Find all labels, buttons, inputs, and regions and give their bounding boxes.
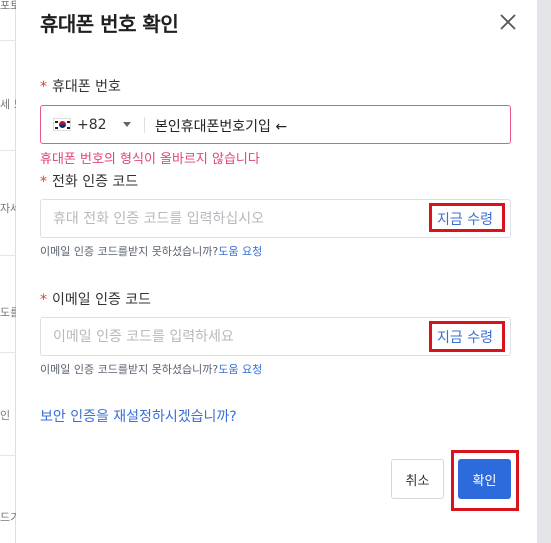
- background-text: 세 모: [0, 98, 16, 111]
- confirm-button[interactable]: 확인: [458, 459, 511, 499]
- country-code-select[interactable]: +82: [53, 106, 143, 143]
- email-code-hint-text: 이메일 인증 코드를받지 못하셨습니까?: [40, 363, 219, 376]
- background-text: 자세: [0, 202, 16, 215]
- background-divider: [0, 255, 16, 256]
- phone-code-hint: 이메일 인증 코드를받지 못하셨습니까?도움 요청: [40, 243, 262, 259]
- background-divider: [0, 40, 16, 41]
- caret-down-icon: [123, 122, 131, 127]
- background-divider: [0, 455, 16, 456]
- background-text: 포토: [0, 0, 16, 12]
- background-divider: [0, 352, 16, 353]
- phone-label: * 휴대폰 번호: [40, 76, 121, 96]
- input-divider: [144, 117, 145, 133]
- phone-label-text: 휴대폰 번호: [52, 79, 121, 95]
- required-mark: *: [40, 292, 47, 308]
- dial-code: +82: [77, 116, 107, 133]
- email-code-label-text: 이메일 인증 코드: [52, 292, 152, 308]
- email-code-help-link[interactable]: 도움 요청: [218, 363, 262, 376]
- phone-error-message: 휴대폰 번호의 형식이 올바르지 않습니다: [40, 152, 260, 167]
- reset-security-link[interactable]: 보안 인증을 재설정하시겠습니까?: [40, 406, 237, 426]
- get-email-code-button[interactable]: 지금 수령: [437, 327, 493, 347]
- phone-code-label-text: 전화 인증 코드: [52, 174, 139, 190]
- background-left-strip: 포토 세 모 자세 도를 넣 인 드기: [0, 0, 16, 543]
- email-code-label: * 이메일 인증 코드: [40, 289, 151, 309]
- background-text: 도를 넣: [0, 306, 16, 319]
- email-code-hint: 이메일 인증 코드를받지 못하셨습니까?도움 요청: [40, 361, 262, 377]
- background-text: 인: [0, 409, 11, 422]
- phone-code-label: * 전화 인증 코드: [40, 171, 138, 191]
- phone-verification-dialog: 휴대폰 번호 확인 * 휴대폰 번호 +82 본인휴대폰번호기입 ← 휴대폰 번호…: [16, 0, 537, 543]
- phone-code-input[interactable]: [41, 200, 421, 237]
- phone-code-help-link[interactable]: 도움 요청: [218, 245, 262, 258]
- phone-number-input[interactable]: 본인휴대폰번호기입 ←: [155, 116, 287, 136]
- south-korea-flag-icon: [53, 118, 71, 131]
- get-phone-code-button[interactable]: 지금 수령: [437, 209, 493, 229]
- background-text: 드기: [0, 511, 16, 524]
- required-mark: *: [40, 174, 47, 190]
- phone-input-box: +82 본인휴대폰번호기입 ←: [40, 105, 511, 144]
- required-mark: *: [40, 79, 47, 95]
- dialog-title: 휴대폰 번호 확인: [40, 12, 179, 36]
- email-code-input[interactable]: [41, 318, 421, 355]
- close-icon[interactable]: [498, 12, 518, 32]
- cancel-button[interactable]: 취소: [391, 459, 444, 499]
- background-divider: [0, 150, 16, 151]
- background-right-strip: [537, 0, 551, 543]
- phone-code-hint-text: 이메일 인증 코드를받지 못하셨습니까?: [40, 245, 219, 258]
